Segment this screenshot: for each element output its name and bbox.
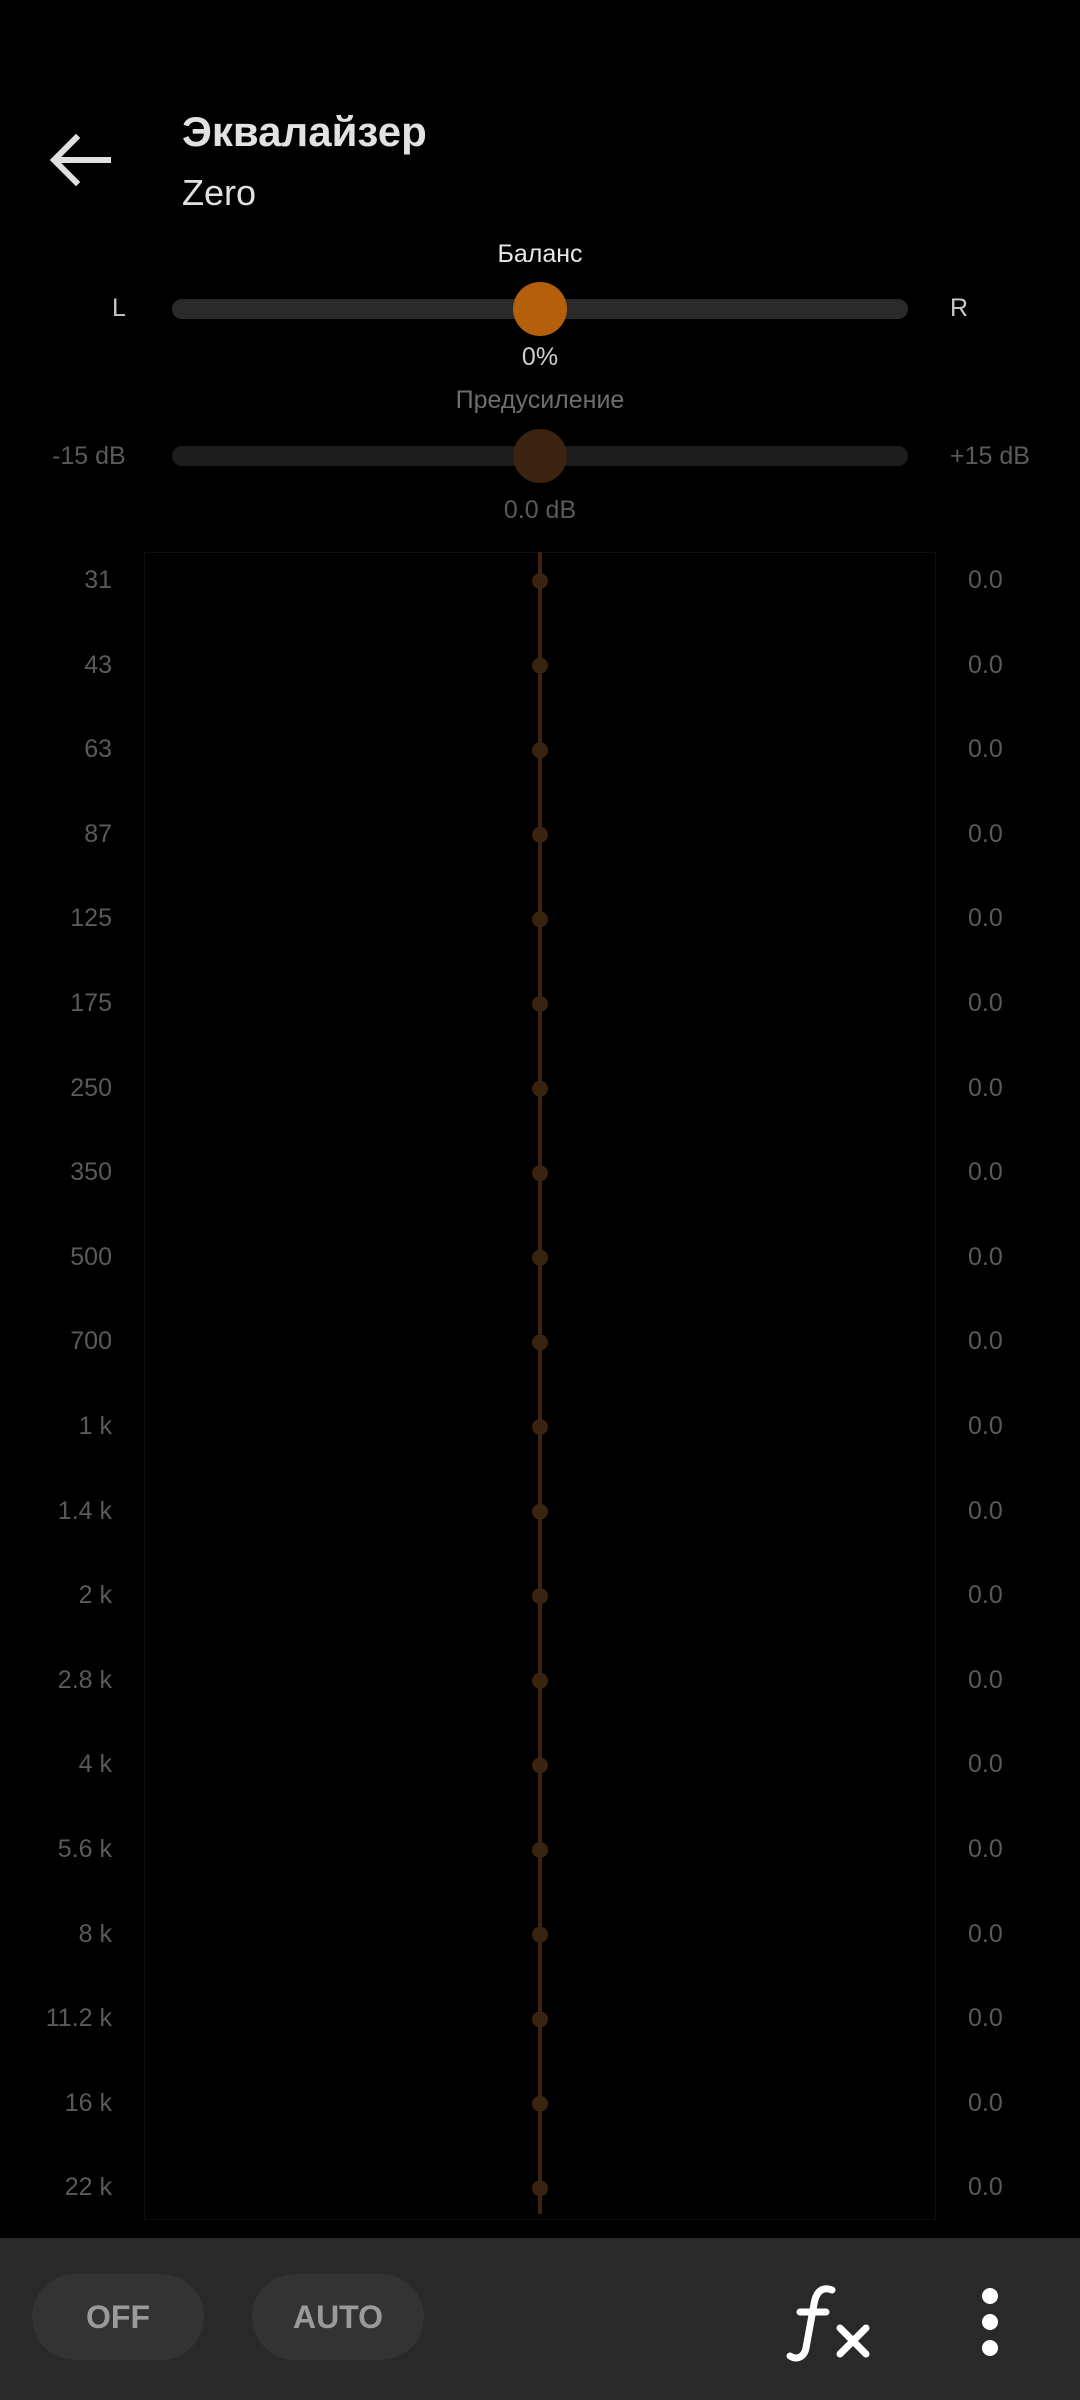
band-point[interactable] [532, 1672, 548, 1689]
band-point[interactable] [532, 911, 548, 928]
band-frequency-label: 5.6 k [57, 1835, 112, 1863]
band-point[interactable] [532, 2180, 548, 2197]
band-point[interactable] [532, 1334, 548, 1351]
band-gain-value: 0.0 [968, 1750, 1003, 1779]
band-gain-value: 0.0 [968, 1496, 1003, 1525]
effects-button[interactable] [786, 2282, 882, 2362]
band-gain-value: 0.0 [968, 1919, 1003, 1948]
band-gain-value: 0.0 [968, 1158, 1003, 1187]
band-gain-value: 0.0 [968, 2004, 1003, 2033]
band-gain-value: 0.0 [968, 2173, 1003, 2202]
more-options-button[interactable] [960, 2282, 1020, 2362]
band-point[interactable] [532, 1503, 548, 1520]
band-frequency-label: 87 [84, 819, 112, 848]
band-point[interactable] [532, 1080, 548, 1097]
band-gain-value: 0.0 [968, 1073, 1003, 1102]
band-frequency-label: 1 k [78, 1412, 112, 1440]
band-gain-value: 0.0 [968, 1412, 1003, 1440]
equalizer-curve [532, 552, 548, 2214]
band-frequency-label: 350 [70, 1158, 112, 1187]
band-point[interactable] [532, 1842, 548, 1858]
more-vertical-icon [982, 2288, 998, 2356]
band-gain-value: 0.0 [968, 904, 1003, 933]
band-point[interactable] [532, 1757, 548, 1774]
fx-icon [786, 2285, 870, 2362]
bottom-toolbar: OFF AUTO [0, 2238, 1080, 2400]
band-gain-value: 0.0 [968, 1665, 1003, 1694]
band-gain-value: 0.0 [968, 2088, 1003, 2117]
band-point[interactable] [532, 1588, 548, 1605]
band-frequency-label: 22 k [64, 2173, 112, 2202]
band-frequency-label: 700 [70, 1327, 112, 1356]
band-frequency-label: 8 k [78, 1919, 112, 1948]
band-frequency-label: 125 [70, 904, 112, 933]
band-point[interactable] [532, 996, 548, 1012]
band-point[interactable] [532, 2095, 548, 2112]
band-point[interactable] [532, 742, 548, 759]
band-frequency-label: 4 k [78, 1750, 112, 1779]
band-gain-value: 0.0 [968, 819, 1003, 848]
band-gain-value: 0.0 [968, 1835, 1003, 1863]
band-point[interactable] [532, 1249, 548, 1266]
band-frequency-label: 16 k [64, 2088, 112, 2117]
band-point[interactable] [532, 1419, 548, 1435]
auto-button[interactable]: AUTO [252, 2274, 424, 2360]
band-point[interactable] [532, 826, 548, 843]
band-gain-value: 0.0 [968, 989, 1003, 1017]
band-frequency-label: 2 k [78, 1581, 112, 1610]
band-gain-value: 0.0 [968, 1327, 1003, 1356]
band-frequency-label: 63 [84, 735, 112, 764]
band-point[interactable] [532, 1926, 548, 1943]
band-frequency-label: 43 [84, 650, 112, 679]
band-gain-value: 0.0 [968, 1581, 1003, 1610]
band-point[interactable] [532, 657, 548, 674]
band-frequency-label: 500 [70, 1242, 112, 1271]
band-point[interactable] [532, 2011, 548, 2028]
band-point[interactable] [532, 1165, 548, 1182]
band-frequency-label: 250 [70, 1073, 112, 1102]
band-point[interactable] [532, 573, 548, 589]
band-gain-value: 0.0 [968, 1242, 1003, 1271]
off-button[interactable]: OFF [32, 2274, 204, 2360]
band-frequency-label: 11.2 k [45, 2004, 112, 2033]
band-frequency-label: 31 [84, 566, 112, 594]
band-frequency-label: 2.8 k [57, 1665, 112, 1694]
band-frequency-label: 175 [70, 989, 112, 1017]
band-gain-value: 0.0 [968, 735, 1003, 764]
band-gain-value: 0.0 [968, 566, 1003, 594]
band-gain-value: 0.0 [968, 650, 1003, 679]
band-frequency-label: 1.4 k [57, 1496, 112, 1525]
